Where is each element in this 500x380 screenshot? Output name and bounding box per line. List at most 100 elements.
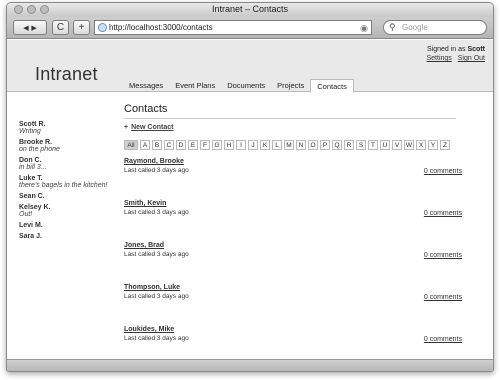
- person-item: Sean C.: [19, 193, 119, 200]
- site-logo[interactable]: Intranet: [35, 64, 98, 85]
- contact-name-link[interactable]: Jones, Brad: [124, 242, 462, 249]
- account-links: Settings Sign Out: [423, 55, 486, 62]
- letter-filter-l[interactable]: L: [272, 140, 282, 150]
- person-name: Don C.: [19, 157, 42, 164]
- plus-icon: +: [124, 124, 129, 131]
- person-item: Levi M.: [19, 222, 119, 229]
- letter-filter-u[interactable]: U: [380, 140, 390, 150]
- contact-row: Loukides, Mike Last called 3 days ago 0 co…: [124, 326, 462, 358]
- tab-messages[interactable]: Messages: [123, 79, 169, 92]
- letter-filter: All A B C D E F G H I J K L M N O P Q R S T U V W X Y Z: [124, 140, 464, 150]
- page-title: Contacts: [124, 103, 456, 119]
- tab-event-plans[interactable]: Event Plans: [169, 79, 221, 92]
- signed-in-user: Scott: [467, 46, 486, 53]
- letter-filter-m[interactable]: M: [284, 140, 294, 150]
- window-title: Intranet – Contacts: [211, 4, 289, 14]
- letter-filter-t[interactable]: T: [368, 140, 378, 150]
- add-bookmark-button[interactable]: +: [73, 20, 90, 35]
- forward-icon[interactable]: ▶: [31, 25, 36, 32]
- letter-filter-j[interactable]: J: [248, 140, 258, 150]
- letter-filter-e[interactable]: E: [188, 140, 198, 150]
- title-bar: Intranet – Contacts: [7, 3, 493, 17]
- back-forward-buttons[interactable]: ◀ ▶: [13, 20, 47, 35]
- address-bar[interactable]: http://localhost:3000/contacts ◉: [94, 20, 372, 35]
- person-status: on the phone: [19, 146, 60, 153]
- tab-documents[interactable]: Documents: [221, 79, 271, 92]
- comments-link[interactable]: 0 comments: [424, 336, 462, 343]
- contact-row: Jones, Brad Last called 3 days ago 0 comme…: [124, 242, 462, 274]
- contact-row: Raymond, Brooke Last called 3 days ago 0 c…: [124, 158, 462, 190]
- last-called-text: Last called 3 days ago: [124, 167, 189, 174]
- contact-name-link[interactable]: Smith, Kevin: [124, 200, 462, 207]
- person-status: Writing: [19, 128, 41, 135]
- letter-filter-all[interactable]: All: [124, 140, 138, 150]
- letter-filter-q[interactable]: Q: [332, 140, 342, 150]
- comments-link[interactable]: 0 comments: [424, 168, 462, 175]
- tab-projects[interactable]: Projects: [271, 79, 310, 92]
- status-bar: [7, 359, 493, 371]
- letter-filter-a[interactable]: A: [140, 140, 150, 150]
- person-status: there's bagels in the kitchen!: [19, 182, 108, 189]
- reload-button[interactable]: C: [52, 20, 69, 35]
- search-input[interactable]: ⚲ Google: [383, 20, 487, 35]
- url-text: http://localhost:3000/contacts: [109, 23, 213, 32]
- new-contact-label: New Contact: [131, 124, 174, 131]
- search-icon: ⚲: [389, 22, 396, 32]
- letter-filter-n[interactable]: N: [296, 140, 306, 150]
- person-item: Scott R. Writing: [19, 121, 119, 135]
- letter-filter-p[interactable]: P: [320, 140, 330, 150]
- browser-window: Intranet – Contacts ◀ ▶ C + http://local…: [6, 2, 494, 372]
- settings-link[interactable]: Settings: [427, 55, 452, 62]
- rss-icon[interactable]: ◉: [360, 22, 368, 35]
- person-item: Luke T. there's bagels in the kitchen!: [19, 175, 119, 189]
- contact-list: Raymond, Brooke Last called 3 days ago 0 c…: [124, 158, 464, 358]
- globe-icon: [98, 23, 107, 32]
- back-icon[interactable]: ◀: [23, 25, 28, 32]
- comments-link[interactable]: 0 comments: [424, 294, 462, 301]
- last-called-text: Last called 3 days ago: [124, 335, 189, 342]
- last-called-text: Last called 3 days ago: [124, 293, 189, 300]
- person-item: Kelsey K. Out!: [19, 204, 119, 218]
- letter-filter-i[interactable]: I: [236, 140, 246, 150]
- online-people-sidebar: Scott R. Writing Brooke R. on the phone …: [19, 121, 119, 244]
- search-placeholder: Google: [402, 23, 428, 32]
- reload-icon: C: [56, 22, 65, 33]
- letter-filter-d[interactable]: D: [176, 140, 186, 150]
- person-item: Sara J.: [19, 233, 119, 240]
- person-name: Sara J.: [19, 233, 42, 240]
- contact-row: Smith, Kevin Last called 3 days ago 0 comm…: [124, 200, 462, 232]
- contact-row: Thompson, Luke Last called 3 days ago 0 co…: [124, 284, 462, 316]
- contact-name-link[interactable]: Raymond, Brooke: [124, 158, 462, 165]
- letter-filter-c[interactable]: C: [164, 140, 174, 150]
- comments-link[interactable]: 0 comments: [424, 210, 462, 217]
- plus-icon: +: [78, 22, 85, 33]
- comments-link[interactable]: 0 comments: [424, 252, 462, 259]
- person-item: Don C. in bill 3...: [19, 157, 119, 171]
- letter-filter-o[interactable]: O: [308, 140, 318, 150]
- last-called-text: Last called 3 days ago: [124, 251, 189, 258]
- person-name: Luke T.: [19, 175, 43, 182]
- person-name: Scott R.: [19, 121, 46, 128]
- letter-filter-y[interactable]: Y: [428, 140, 438, 150]
- person-name: Brooke R.: [19, 139, 53, 146]
- site-header: Intranet Signed in as Scott Settings Sig…: [7, 40, 493, 93]
- letter-filter-s[interactable]: S: [356, 140, 366, 150]
- letter-filter-k[interactable]: K: [260, 140, 270, 150]
- letter-filter-v[interactable]: V: [392, 140, 402, 150]
- letter-filter-b[interactable]: B: [152, 140, 162, 150]
- signed-in-label: Signed in as: [427, 46, 466, 53]
- letter-filter-x[interactable]: X: [416, 140, 426, 150]
- new-contact-link[interactable]: + New Contact: [124, 124, 464, 131]
- letter-filter-f[interactable]: F: [200, 140, 210, 150]
- letter-filter-h[interactable]: H: [224, 140, 234, 150]
- contact-name-link[interactable]: Thompson, Luke: [124, 284, 462, 291]
- sign-out-link[interactable]: Sign Out: [458, 55, 485, 62]
- tab-contacts[interactable]: Contacts: [310, 79, 354, 93]
- letter-filter-r[interactable]: R: [344, 140, 354, 150]
- contact-name-link[interactable]: Loukides, Mike: [124, 326, 462, 333]
- letter-filter-z[interactable]: Z: [440, 140, 450, 150]
- letter-filter-g[interactable]: G: [212, 140, 222, 150]
- main-tabs: Messages Event Plans Documents Projects …: [123, 79, 354, 93]
- letter-filter-w[interactable]: W: [404, 140, 414, 150]
- signed-in-info: Signed in as Scott: [427, 46, 485, 53]
